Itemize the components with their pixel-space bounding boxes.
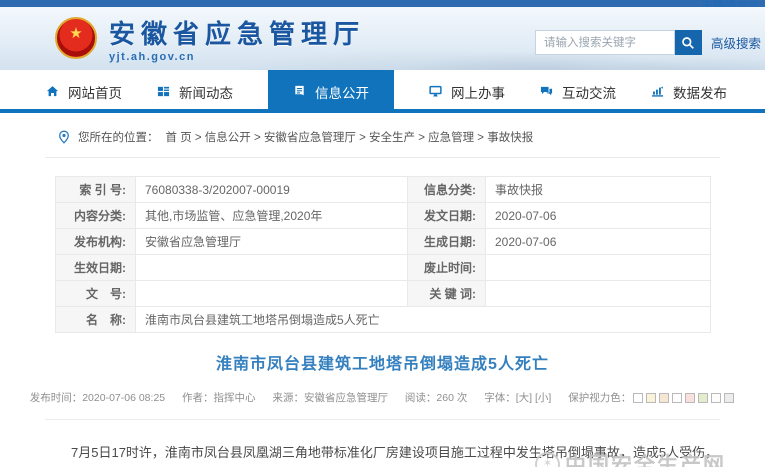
read-count: 260 次 [436,392,467,404]
field-value: 事故快报 [486,177,711,203]
nav-item-label: 互动交流 [562,82,616,102]
eye-protect-label: 保护视力色： [568,392,631,404]
nav-item-label: 网站首页 [68,82,122,102]
breadcrumb: 您所在的位置： 首 页 > 信息公开 > 安徽省应急管理厅 > 安全生产 > 应… [45,113,720,158]
field-label: 废止时间: [408,255,486,281]
field-value [136,255,408,281]
brand-text: 安徽省应急管理厅 yjt.ah.gov.cn [109,17,365,63]
search-input[interactable] [535,30,675,55]
search-bar: 高级搜索 [535,30,761,55]
field-label: 发布机构: [56,229,136,255]
author-label: 作者： [182,392,214,404]
search-icon [681,36,695,50]
font-larger-button[interactable]: [大] [516,392,532,404]
location-pin-icon [57,130,71,144]
article-paragraph: 7月5日17时许，淮南市凤台县凤凰湖三角地带标准化厂房建设项目施工过程中发生塔吊… [45,441,720,467]
table-row: 发布机构: 安徽省应急管理厅 生成日期: 2020-07-06 [56,229,711,255]
chart-icon [651,85,664,98]
site-logo[interactable]: 安徽省应急管理厅 yjt.ah.gov.cn [55,17,365,63]
table-row: 内容分类: 其他,市场监管、应急管理,2020年 发文日期: 2020-07-0… [56,203,711,229]
nav-item-label: 网上办事 [451,82,505,102]
breadcrumb-path[interactable]: 首 页 > 信息公开 > 安徽省应急管理厅 > 安全生产 > 应急管理 > 事故… [166,129,534,145]
source-label: 来源： [272,392,304,404]
field-label: 名 称: [56,307,136,333]
font-size-label: 字体： [484,392,516,404]
table-row: 生效日期: 废止时间: [56,255,711,281]
chat-icon [540,85,553,98]
eye-protect-color-swatch[interactable] [724,393,734,403]
source: 安徽省应急管理厅 [304,392,388,404]
article-meta: 发布时间：2020-07-06 08:25 作者：指挥中心 来源：安徽省应急管理… [0,390,765,405]
field-value [486,281,711,307]
field-value: 2020-07-06 [486,229,711,255]
field-value [486,255,711,281]
breadcrumb-prefix: 您所在的位置： [78,129,159,145]
author: 指挥中心 [214,392,256,404]
field-value [136,281,408,307]
nav-item-label: 信息公开 [315,82,369,102]
article-title: 淮南市凤台县建筑工地塔吊倒塌造成5人死亡 [0,350,765,374]
site-header: 安徽省应急管理厅 yjt.ah.gov.cn 高级搜索 [0,7,765,70]
field-label: 信息分类: [408,177,486,203]
article-body-wrap: 7月5日17时许，淮南市凤台县凤凰湖三角地带标准化厂房建设项目施工过程中发生塔吊… [45,441,720,467]
publish-time: 2020-07-06 08:25 [82,392,165,404]
field-value: 76080338-3/202007-00019 [136,177,408,203]
nav-item-data-release[interactable]: 数据发布 [651,72,727,111]
field-label: 发文日期: [408,203,486,229]
eye-protect-color-swatch[interactable] [672,393,682,403]
site-name: 安徽省应急管理厅 [109,19,365,49]
field-label: 索 引 号: [56,177,136,203]
news-icon [157,85,170,98]
nav-item-info-disclosure[interactable]: 信息公开 [268,70,394,113]
field-value: 淮南市凤台县建筑工地塔吊倒塌造成5人死亡 [136,307,711,333]
document-info-table: 索 引 号: 76080338-3/202007-00019 信息分类: 事故快… [55,176,711,333]
field-label: 生成日期: [408,229,486,255]
eye-protect-swatches [631,392,735,404]
publish-time-label: 发布时间： [30,392,83,404]
main-nav: 网站首页 新闻动态 信息公开 网上办事 互动交流 [0,70,765,113]
nav-item-label: 新闻动态 [179,82,233,102]
top-strip [0,0,765,7]
field-label: 关 键 词: [408,281,486,307]
nav-item-home[interactable]: 网站首页 [46,72,122,111]
site-domain: yjt.ah.gov.cn [109,51,365,63]
eye-protect-color-swatch[interactable] [633,393,643,403]
nav-item-interaction[interactable]: 互动交流 [540,72,616,111]
field-label: 文 号: [56,281,136,307]
read-count-label: 阅读： [405,392,437,404]
font-smaller-button[interactable]: [小] [535,392,551,404]
eye-protect-color-swatch[interactable] [698,393,708,403]
field-value: 2020-07-06 [486,203,711,229]
field-label: 内容分类: [56,203,136,229]
nav-item-news[interactable]: 新闻动态 [157,72,233,111]
eye-protect-color-swatch[interactable] [711,393,721,403]
home-icon [46,85,59,98]
field-label: 生效日期: [56,255,136,281]
national-emblem-icon [55,17,97,59]
field-value: 安徽省应急管理厅 [136,229,408,255]
page: 无障碍浏览 安徽省应急管理厅 yjt.ah.gov.cn 高级搜索 [0,0,765,467]
table-row: 索 引 号: 76080338-3/202007-00019 信息分类: 事故快… [56,177,711,203]
advanced-search-link[interactable]: 高级搜索 [711,33,761,52]
search-button[interactable] [675,30,702,55]
eye-protect-color-swatch[interactable] [685,393,695,403]
table-row: 名 称: 淮南市凤台县建筑工地塔吊倒塌造成5人死亡 [56,307,711,333]
nav-item-online-services[interactable]: 网上办事 [429,72,505,111]
nav-item-label: 数据发布 [673,82,727,102]
field-value: 其他,市场监管、应急管理,2020年 [136,203,408,229]
eye-protect-color-swatch[interactable] [659,393,669,403]
eye-protect-color-swatch[interactable] [646,393,656,403]
content-divider [45,419,720,420]
table-row: 文 号: 关 键 词: [56,281,711,307]
monitor-icon [429,85,442,98]
document-icon [293,85,306,98]
